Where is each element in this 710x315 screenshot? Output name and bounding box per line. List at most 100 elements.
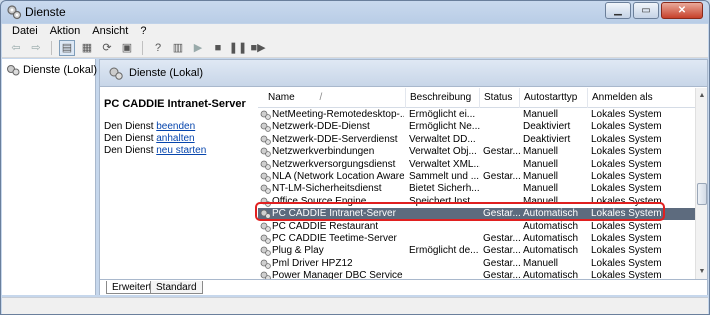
view-button[interactable]: ▥ [170, 40, 186, 56]
service-status [480, 183, 520, 195]
table-row[interactable]: Netzwerk-DDE-Serverdienst Verwaltet DD...… [258, 134, 695, 146]
service-name: Netzwerk-DDE-Serverdienst [272, 133, 398, 145]
service-description: Verwaltet DD... [409, 133, 476, 145]
menu-datei[interactable]: Datei [6, 24, 44, 38]
service-status: Gestar... [483, 146, 520, 158]
stop-service-button[interactable]: ■ [210, 40, 226, 56]
title-bar[interactable]: Dienste ▁ ▭ ✕ [1, 1, 709, 23]
service-logon-as: Lokales System [591, 195, 662, 207]
table-row[interactable]: Netzwerkverbindungen Verwaltet Obj... Gest… [258, 146, 695, 158]
forward-arrow-icon: ⇨ [31, 42, 41, 54]
vertical-scrollbar[interactable]: ▲ ▼ [695, 88, 707, 279]
maximize-button[interactable]: ▭ [633, 2, 659, 19]
service-status [480, 159, 520, 171]
column-header-description[interactable]: Beschreibung [406, 88, 480, 108]
service-status: Gestar... [483, 245, 520, 257]
tab-standard[interactable]: Standard [150, 281, 203, 294]
service-name: Power Manager DBC Service [272, 270, 403, 279]
table-row[interactable]: Power Manager DBC Service Gestar... Automa… [258, 270, 695, 279]
maximize-icon: ▭ [641, 5, 651, 16]
table-row-selected[interactable]: PC CADDIE Intranet-Server Gestar... Automa… [258, 208, 695, 221]
service-name: NLA (Network Location Aware... [272, 171, 404, 182]
back-button[interactable]: ⇦ [8, 40, 24, 56]
service-startup-type: Automatisch [523, 233, 579, 244]
scroll-thumb[interactable] [697, 183, 707, 205]
service-logon-as: Lokales System [591, 233, 662, 244]
minimize-button[interactable]: ▁ [605, 2, 631, 19]
show-hide-tree-button[interactable]: ▤ [59, 39, 75, 56]
service-description: Speichert Inst... [409, 195, 479, 207]
tree-item-services-local[interactable]: Dienste (Lokal) [6, 64, 97, 76]
service-name: Netzwerkversorgungsdienst [272, 158, 396, 170]
stop-service-link[interactable]: beenden [156, 121, 195, 132]
column-header-logon[interactable]: Anmelden als [588, 88, 695, 108]
service-detail-panel: PC CADDIE Intranet-Server Den Dienst bee… [100, 88, 258, 278]
table-row[interactable]: NLA (Network Location Aware... Sammelt un… [258, 171, 695, 183]
service-name: Plug & Play [272, 245, 324, 257]
services-gear-icon [7, 65, 20, 76]
close-button[interactable]: ✕ [661, 2, 703, 19]
stop-service-line: Den Dienst beenden [104, 121, 195, 132]
forward-button[interactable]: ⇨ [28, 40, 44, 56]
menu-aktion[interactable]: Aktion [44, 24, 87, 38]
column-header-name[interactable]: Name / [258, 88, 406, 108]
column-header-status[interactable]: Status [480, 88, 520, 108]
help-button[interactable]: ? [150, 40, 166, 56]
services-gear-icon [7, 5, 22, 20]
column-name-label: Name [268, 92, 295, 103]
table-row[interactable]: PC CADDIE Teetime-Server Gestar... Automat… [258, 233, 695, 245]
menu-bar: Datei Aktion Ansicht ? [2, 24, 708, 38]
service-description: Verwaltet XML... [409, 158, 480, 170]
refresh-button[interactable]: ⟳ [99, 40, 115, 56]
column-header-startup[interactable]: Autostarttyp [520, 88, 588, 108]
service-logon-as: Lokales System [591, 220, 662, 232]
line-prefix: Den Dienst [104, 145, 157, 156]
service-status: Gestar... [483, 257, 520, 269]
service-status [480, 196, 520, 208]
service-logon-as: Lokales System [591, 133, 662, 145]
service-startup-type: Automatisch [523, 208, 579, 220]
view-icon: ▥ [172, 42, 184, 54]
service-description: Sammelt und ... [409, 171, 480, 182]
service-startup-type: Manuell [523, 171, 559, 182]
service-name: NT-LM-Sicherheitsdienst [272, 183, 382, 195]
table-row[interactable]: PC CADDIE Restaurant Automatisch Lokales S… [258, 221, 695, 233]
service-startup-type: Manuell [523, 158, 559, 170]
export-list-button[interactable]: ▣ [119, 40, 135, 56]
service-status: Gestar... [483, 171, 520, 182]
service-name: Office Source Engine [272, 195, 367, 207]
properties-button[interactable]: ▦ [79, 40, 95, 56]
scroll-up-icon[interactable]: ▲ [696, 90, 708, 102]
minimize-icon: ▁ [614, 5, 622, 16]
table-row[interactable]: Netzwerk-DDE-Dienst Ermöglicht Ne... Deakt… [258, 121, 695, 133]
service-startup-type: Automatisch [523, 245, 579, 257]
service-logon-as: Lokales System [591, 270, 662, 279]
menu-help[interactable]: ? [134, 24, 152, 38]
table-row[interactable]: Office Source Engine Speichert Inst... Man… [258, 196, 695, 208]
table-row[interactable]: NT-LM-Sicherheitsdienst Bietet Sicherh...… [258, 183, 695, 195]
service-name: PC CADDIE Restaurant [272, 220, 379, 232]
table-row[interactable]: Pml Driver HPZ12 Gestar... Manuell Lokales … [258, 258, 695, 270]
start-service-button[interactable]: ▶ [190, 40, 206, 56]
restart-icon: ■▶ [250, 42, 266, 54]
service-startup-type: Automatisch [523, 270, 579, 279]
service-logon-as: Lokales System [591, 208, 662, 220]
service-description: Ermöglicht de... [409, 245, 479, 257]
service-description [406, 233, 480, 245]
table-row[interactable]: NetMeeting-Remotedesktop-... Ermöglicht e… [258, 109, 695, 121]
pause-service-link[interactable]: anhalten [156, 133, 194, 144]
service-name: PC CADDIE Teetime-Server [272, 233, 397, 244]
play-icon: ▶ [193, 42, 203, 54]
menu-ansicht[interactable]: Ansicht [86, 24, 134, 38]
view-tabs: Erweitert Standard [100, 279, 707, 295]
service-name: Pml Driver HPZ12 [272, 257, 353, 269]
table-row[interactable]: Netzwerkversorgungsdienst Verwaltet XML..… [258, 159, 695, 171]
pause-service-button[interactable]: ❚❚ [229, 40, 247, 56]
service-startup-type: Deaktiviert [523, 121, 571, 133]
restart-service-button[interactable]: ■▶ [250, 40, 266, 56]
window-controls: ▁ ▭ ✕ [605, 2, 703, 19]
restart-service-link[interactable]: neu starten [156, 145, 206, 156]
scroll-down-icon[interactable]: ▼ [696, 266, 708, 278]
table-row[interactable]: Plug & Play Ermöglicht de... Gestar... Auto… [258, 245, 695, 257]
service-name: Netzwerkverbindungen [272, 146, 375, 158]
